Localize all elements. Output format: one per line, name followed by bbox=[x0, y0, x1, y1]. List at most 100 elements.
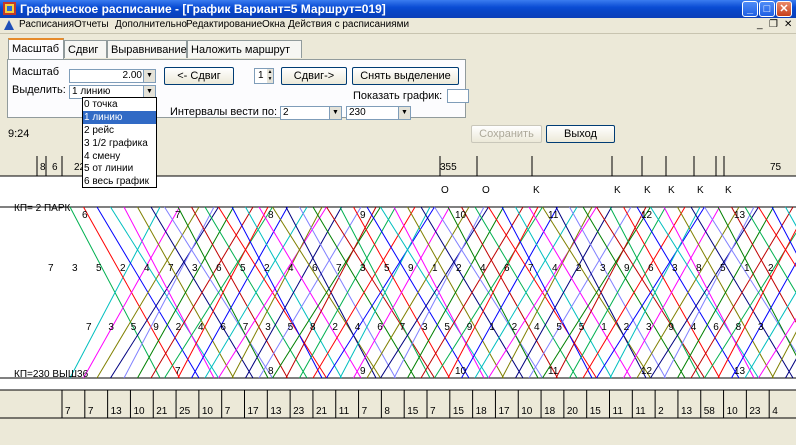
bottom-axis-label: 20 bbox=[567, 406, 579, 417]
minimize-button[interactable]: _ bbox=[742, 1, 758, 17]
bottom-axis-label: 13 bbox=[111, 406, 123, 417]
bottom-axis-label: 13 bbox=[270, 406, 282, 417]
menu-item-additional[interactable]: Дополнительно bbox=[115, 19, 187, 30]
lower-row-label: 4 bbox=[534, 322, 540, 333]
dropdown-option[interactable]: 5 от линии bbox=[83, 162, 156, 175]
intervals-select[interactable]: 2 ▼ bbox=[280, 106, 342, 120]
bottom-axis-label: 23 bbox=[749, 406, 761, 417]
lower-row-label: 1 bbox=[601, 322, 607, 333]
bottom-axis-label: 21 bbox=[156, 406, 168, 417]
upper-row-label: 2 bbox=[120, 263, 126, 274]
dropdown-option[interactable]: 3 1/2 графика bbox=[83, 137, 156, 150]
bottom-axis-label: 10 bbox=[727, 406, 739, 417]
spin-value: 1 bbox=[258, 70, 264, 81]
mdi-restore-button[interactable]: ❐ bbox=[769, 19, 778, 30]
trip-number-bottom: 13 bbox=[734, 366, 746, 377]
scale-value: 2.00 bbox=[122, 70, 142, 81]
upper-row-label: 3 bbox=[72, 263, 78, 274]
exit-button[interactable]: Выход bbox=[546, 125, 615, 143]
intervals-select-2[interactable]: 230 ▼ bbox=[346, 106, 411, 120]
close-button[interactable]: ✕ bbox=[776, 1, 792, 17]
lower-row-label: 5 bbox=[556, 322, 562, 333]
scale-select[interactable]: 2.00 ▼ bbox=[69, 69, 156, 83]
bottom-axis-label: 58 bbox=[704, 406, 716, 417]
dropdown-option[interactable]: 2 рейс bbox=[83, 124, 156, 137]
time-label: 9:24 bbox=[8, 128, 30, 140]
title-bar: Графическое расписание - [График Вариант… bbox=[0, 0, 796, 18]
chevron-down-icon[interactable]: ▼ bbox=[143, 70, 155, 82]
lower-row-label: 5 bbox=[444, 322, 450, 333]
top-axis-label: 75 bbox=[770, 162, 782, 173]
spin-up-icon[interactable]: ▲ bbox=[267, 69, 273, 76]
lower-row-label: 3 bbox=[422, 322, 428, 333]
menu-item-schedule-actions[interactable]: Действия с расписаниями bbox=[288, 19, 409, 30]
menu-item-edit[interactable]: Редактирование bbox=[186, 19, 262, 30]
dropdown-option[interactable]: 6 весь график bbox=[83, 175, 156, 188]
upper-row-label: 7 bbox=[336, 263, 342, 274]
trip-number-bottom: 8 bbox=[268, 366, 274, 377]
bottom-axis-label: 18 bbox=[476, 406, 488, 417]
triangle-icon bbox=[4, 20, 14, 30]
shift-left-button[interactable]: <- Сдвиг bbox=[164, 67, 234, 85]
upper-row-label: 3 bbox=[672, 263, 678, 274]
bottom-axis-label: 21 bbox=[316, 406, 328, 417]
menu-item-reports[interactable]: Отчеты bbox=[74, 19, 109, 30]
chevron-down-icon[interactable]: ▼ bbox=[398, 107, 410, 119]
tab-align[interactable]: Выравнивание bbox=[107, 40, 187, 58]
lower-row-label: 2 bbox=[176, 322, 182, 333]
shift-right-button[interactable]: Сдвиг-> bbox=[281, 67, 347, 85]
spin-down-icon[interactable]: ▼ bbox=[267, 76, 273, 83]
lower-row-label: 5 bbox=[579, 322, 585, 333]
mdi-minimize-button[interactable]: _ bbox=[757, 19, 763, 30]
trip-number-top: 6 bbox=[82, 210, 88, 221]
lower-row-label: 6 bbox=[713, 322, 719, 333]
lower-row-label: 7 bbox=[243, 322, 249, 333]
marker-label: K bbox=[533, 185, 540, 196]
dropdown-option[interactable]: 0 точка bbox=[83, 98, 156, 111]
lower-row-label: 8 bbox=[736, 322, 742, 333]
upper-row-label: 2 bbox=[456, 263, 462, 274]
upper-row-label: 2 bbox=[576, 263, 582, 274]
dropdown-option[interactable]: 1 линию bbox=[83, 110, 156, 124]
marker-label: O bbox=[482, 185, 490, 196]
upper-row-label: 2 bbox=[768, 263, 774, 274]
chevron-down-icon[interactable]: ▼ bbox=[329, 107, 341, 119]
save-button[interactable]: Сохранить bbox=[471, 125, 542, 143]
trip-number-top: 13 bbox=[734, 210, 746, 221]
tab-scale[interactable]: Масштаб bbox=[8, 38, 64, 59]
lower-row-label: 2 bbox=[512, 322, 518, 333]
bottom-axis-label: 15 bbox=[453, 406, 465, 417]
menu-bar: Расписания Отчеты Дополнительно Редактир… bbox=[0, 18, 796, 34]
lower-row-label: 3 bbox=[265, 322, 271, 333]
lower-row-label: 9 bbox=[668, 322, 674, 333]
scale-label: Масштаб bbox=[12, 66, 60, 78]
menu-item-schedules[interactable]: Расписания bbox=[19, 19, 74, 30]
schedule-chart[interactable]: 8 6 22 355 75O O K K K K K KКП= 2 ПАРККП=230 ВЫШ366… bbox=[0, 156, 796, 445]
clear-selection-button[interactable]: Снять выделение bbox=[352, 67, 459, 85]
lower-row-label: 5 bbox=[131, 322, 137, 333]
upper-row-label: 5 bbox=[384, 263, 390, 274]
maximize-button[interactable]: □ bbox=[759, 1, 775, 17]
bottom-axis-label: 11 bbox=[635, 406, 646, 417]
lower-row-label: 3 bbox=[108, 322, 114, 333]
lower-row-label: 2 bbox=[624, 322, 630, 333]
upper-row-label: 7 bbox=[528, 263, 534, 274]
menu-item-windows[interactable]: Окна bbox=[262, 19, 285, 30]
select-dropdown-list[interactable]: 0 точка 1 линию 2 рейс 3 1/2 графика 4 смену… bbox=[82, 97, 157, 188]
upper-row-label: 1 bbox=[744, 263, 750, 274]
trip-number-top: 12 bbox=[641, 210, 653, 221]
trip-number-top: 7 bbox=[175, 210, 181, 221]
marker-label: K bbox=[644, 185, 651, 196]
tab-overlay-route[interactable]: Наложить маршрут bbox=[187, 40, 302, 58]
spin-box[interactable]: 1 ▲ ▼ bbox=[254, 68, 274, 84]
lower-row-label: 7 bbox=[400, 322, 406, 333]
show-chart-input[interactable] bbox=[447, 89, 469, 103]
upper-row-label: 1 bbox=[432, 263, 438, 274]
tab-shift[interactable]: Сдвиг bbox=[64, 40, 107, 58]
bottom-axis-label: 11 bbox=[339, 406, 350, 417]
upper-row-label: 7 bbox=[48, 263, 54, 274]
lower-row-label: 8 bbox=[310, 322, 316, 333]
dropdown-option[interactable]: 4 смену bbox=[83, 150, 156, 163]
mdi-close-button[interactable]: ✕ bbox=[784, 19, 792, 30]
trip-number-bottom: 10 bbox=[455, 366, 467, 377]
